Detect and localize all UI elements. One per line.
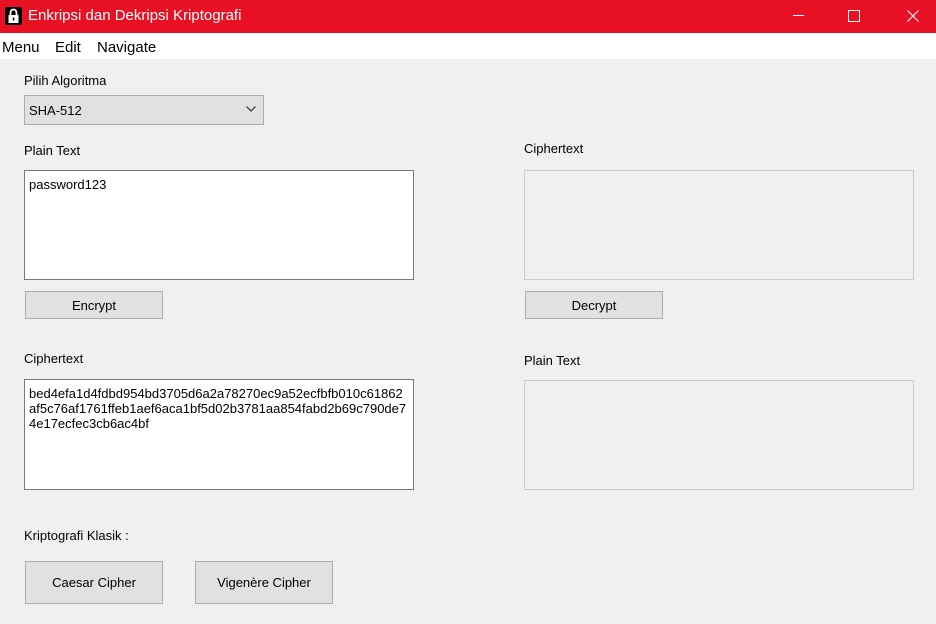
plain-text-input[interactable]: password123 [24,170,414,280]
classic-crypto-label: Kriptografi Klasik : [24,528,129,543]
plain-text-label: Plain Text [24,143,81,158]
plain-text-output[interactable] [524,380,914,490]
ciphertext-output-label: Ciphertext [24,351,84,366]
decrypt-button[interactable]: Decrypt [525,291,663,319]
ciphertext-input[interactable] [524,170,914,280]
ciphertext-input-label: Ciphertext [524,141,584,156]
window-title: Enkripsi dan Dekripsi Kriptografi [28,7,242,24]
menu-bar: Menu Edit Navigate [0,33,936,59]
algorithm-label: Pilih Algoritma [24,73,107,88]
title-bar: Enkripsi dan Dekripsi Kriptografi [0,0,936,33]
maximize-icon[interactable] [831,0,877,31]
vigenere-cipher-button[interactable]: Vigenère Cipher [195,561,333,604]
lock-icon [5,7,22,25]
menu-item-navigate[interactable]: Navigate [97,39,156,56]
algorithm-select[interactable]: SHA-512 [24,95,264,125]
minimize-icon[interactable] [775,0,821,31]
close-icon[interactable] [890,0,936,31]
menu-item-edit[interactable]: Edit [55,39,81,56]
algorithm-selected-value: SHA-512 [29,103,82,118]
menu-item-menu[interactable]: Menu [2,39,40,56]
chevron-down-icon [246,106,256,112]
encrypt-button[interactable]: Encrypt [25,291,163,319]
plain-text-output-label: Plain Text [524,353,581,368]
caesar-cipher-button[interactable]: Caesar Cipher [25,561,163,604]
ciphertext-output[interactable]: bed4efa1d4fdbd954bd3705d6a2a78270ec9a52e… [24,379,414,490]
